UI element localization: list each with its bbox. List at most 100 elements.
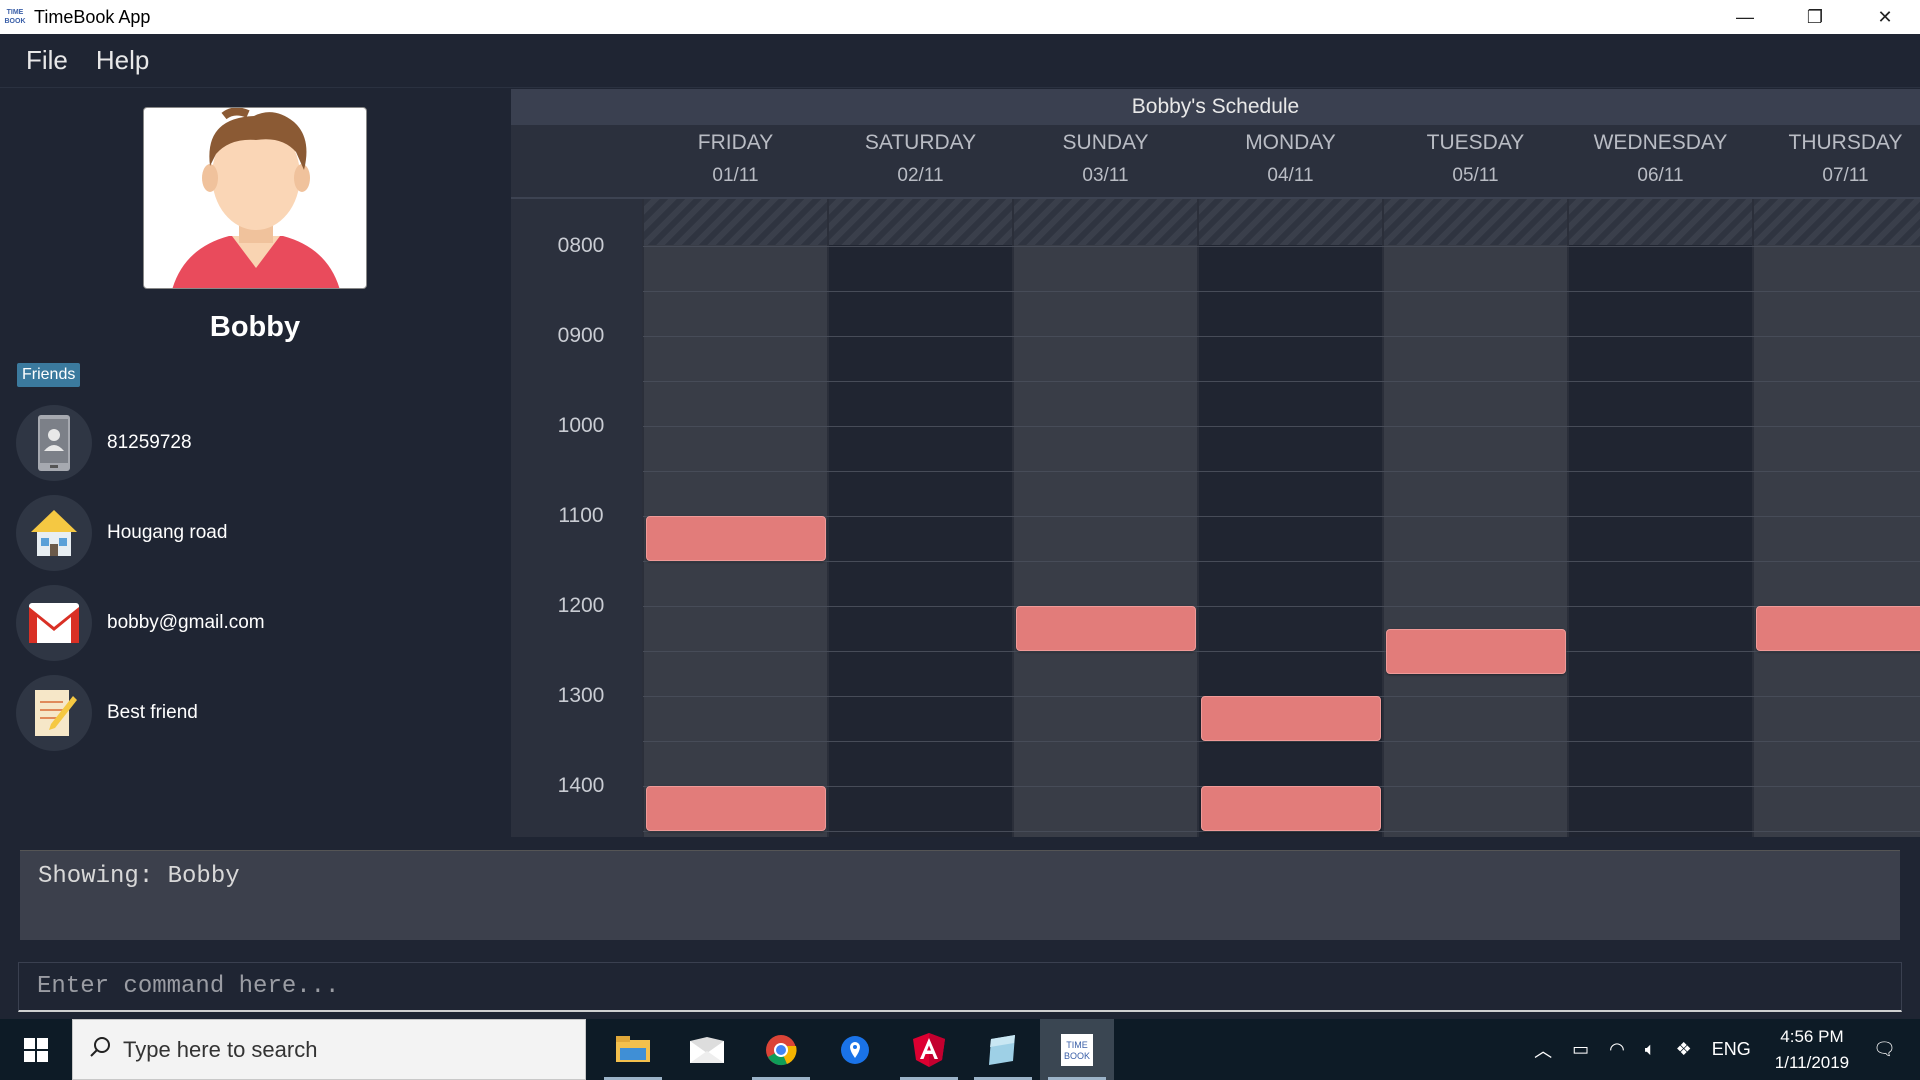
day-name: TUESDAY	[1426, 131, 1525, 154]
grid-line	[643, 426, 1920, 427]
timebook-logo-icon: TIME BOOK	[4, 9, 26, 25]
friends-tag: Friends	[17, 363, 81, 387]
taskbar-search[interactable]: Type here to search	[72, 1019, 586, 1080]
profile-name: Bobby	[209, 311, 301, 343]
menu-help[interactable]: Help	[96, 45, 149, 76]
unavailable-hatch	[1013, 199, 1198, 245]
phone-number: 81259728	[107, 432, 192, 453]
day-header: FRIDAY 01/11	[643, 131, 828, 187]
day-header: MONDAY 04/11	[1198, 131, 1383, 187]
grid-line	[643, 561, 1920, 562]
volume-muted-icon[interactable]: 🔈︎	[1645, 1039, 1656, 1060]
hour-label: 1100	[558, 504, 604, 527]
day-date: 02/11	[897, 165, 944, 186]
chevron-up-icon[interactable]: ︿	[1534, 1037, 1552, 1063]
unavailable-hatch	[1753, 199, 1920, 245]
event-block[interactable]	[1386, 628, 1566, 674]
grid-line	[643, 516, 1920, 517]
event-block[interactable]	[1201, 696, 1381, 741]
search-placeholder: Type here to search	[123, 1036, 318, 1062]
minimize-button[interactable]: —	[1710, 0, 1780, 34]
clock-time: 4:56 PM	[1780, 1026, 1844, 1046]
restore-button[interactable]: ❐	[1780, 0, 1850, 34]
start-button[interactable]	[0, 1019, 72, 1080]
note-icon	[16, 675, 92, 751]
grid-line	[643, 606, 1920, 607]
unavailable-hatch	[828, 199, 1013, 245]
hour-label: 0800	[557, 234, 605, 257]
grid-line	[643, 246, 1920, 247]
day-date: 07/11	[1822, 165, 1869, 186]
day-date: 04/11	[1267, 165, 1314, 186]
window-title: TimeBook App	[34, 6, 151, 27]
search-icon	[89, 1036, 111, 1063]
hour-label: 1400	[557, 774, 605, 797]
svg-text:TIME: TIME	[1066, 1040, 1088, 1050]
avatar	[143, 107, 367, 289]
profile-panel: Bobby Friends 81259728 Hougang road bobb…	[0, 89, 510, 839]
tag-row: Best friend	[16, 675, 496, 751]
clock[interactable]: 4:56 PM 1/11/2019	[1775, 1024, 1849, 1076]
day-date: 06/11	[1637, 165, 1684, 186]
day-header: THURSDAY 07/11	[1753, 131, 1920, 187]
hour-label: 1200	[557, 594, 605, 617]
dropbox-icon[interactable]: ❖	[1676, 1039, 1692, 1060]
hour-label: 1300	[557, 684, 605, 707]
wifi-icon[interactable]: ◠	[1609, 1039, 1625, 1060]
file-explorer-icon[interactable]	[596, 1019, 670, 1080]
day-name: THURSDAY	[1788, 131, 1903, 154]
email-row: bobby@gmail.com	[16, 585, 496, 661]
person-avatar-icon	[172, 108, 340, 288]
svg-text:BOOK: BOOK	[1064, 1051, 1090, 1061]
event-block[interactable]	[1756, 606, 1920, 651]
grid-line	[643, 381, 1920, 382]
schedule-title: Bobby's Schedule	[511, 89, 1920, 125]
schedule-panel: Bobby's Schedule FRIDAY 01/11 SATURDAY 02/1…	[511, 89, 1920, 837]
unavailable-hatch	[1568, 199, 1753, 245]
hour-label: 1000	[557, 414, 605, 437]
day-name: MONDAY	[1245, 131, 1336, 154]
timebook-icon[interactable]: TIME BOOK	[1040, 1019, 1114, 1080]
command-input[interactable]	[19, 963, 1901, 1010]
day-name: SUNDAY	[1062, 131, 1149, 154]
chrome-icon[interactable]	[744, 1019, 818, 1080]
gmail-icon	[16, 585, 92, 661]
day-name: SATURDAY	[864, 131, 977, 154]
notifications-icon[interactable]: 🗨︎	[1873, 1039, 1896, 1060]
day-date: 05/11	[1452, 165, 1499, 186]
grid-line	[643, 336, 1920, 337]
address-text: Hougang road	[107, 522, 228, 543]
battery-icon[interactable]: ▭	[1572, 1039, 1589, 1060]
menu-file[interactable]: File	[26, 45, 68, 76]
event-block[interactable]	[646, 516, 826, 561]
command-box	[18, 962, 1902, 1012]
menu-bar: File Help	[0, 34, 1920, 88]
phone-icon	[16, 405, 92, 481]
event-block[interactable]	[1201, 786, 1381, 831]
clock-date: 1/11/2019	[1774, 1052, 1850, 1072]
result-display: Showing: Bobby	[20, 850, 1900, 940]
angular-icon[interactable]	[892, 1019, 966, 1080]
maps-icon[interactable]	[818, 1019, 892, 1080]
day-date: 01/11	[712, 165, 759, 186]
day-header: WEDNESDAY 06/11	[1568, 131, 1753, 187]
tag-text: Best friend	[107, 702, 198, 723]
unavailable-hatch	[1198, 199, 1383, 245]
event-block[interactable]	[646, 786, 826, 831]
grid-line	[643, 831, 1920, 832]
windows-icon	[24, 1037, 48, 1062]
taskbar: Type here to search TIME BOOK ︿ ▭ ◠ 🔈︎ ❖ …	[0, 1019, 1920, 1080]
phone-row: 81259728	[16, 405, 496, 481]
close-button[interactable]: ✕	[1850, 0, 1920, 34]
day-date: 03/11	[1082, 165, 1129, 186]
notes-icon[interactable]	[966, 1019, 1040, 1080]
event-block[interactable]	[1016, 606, 1196, 651]
mail-icon[interactable]	[670, 1019, 744, 1080]
day-name: FRIDAY	[697, 131, 774, 154]
day-header: SATURDAY 02/11	[828, 131, 1013, 187]
result-text: Showing: Bobby	[38, 863, 240, 890]
day-header: TUESDAY 05/11	[1383, 131, 1568, 187]
language-indicator[interactable]: ENG	[1712, 1039, 1751, 1060]
grid-line	[643, 291, 1920, 292]
grid-line	[643, 471, 1920, 472]
